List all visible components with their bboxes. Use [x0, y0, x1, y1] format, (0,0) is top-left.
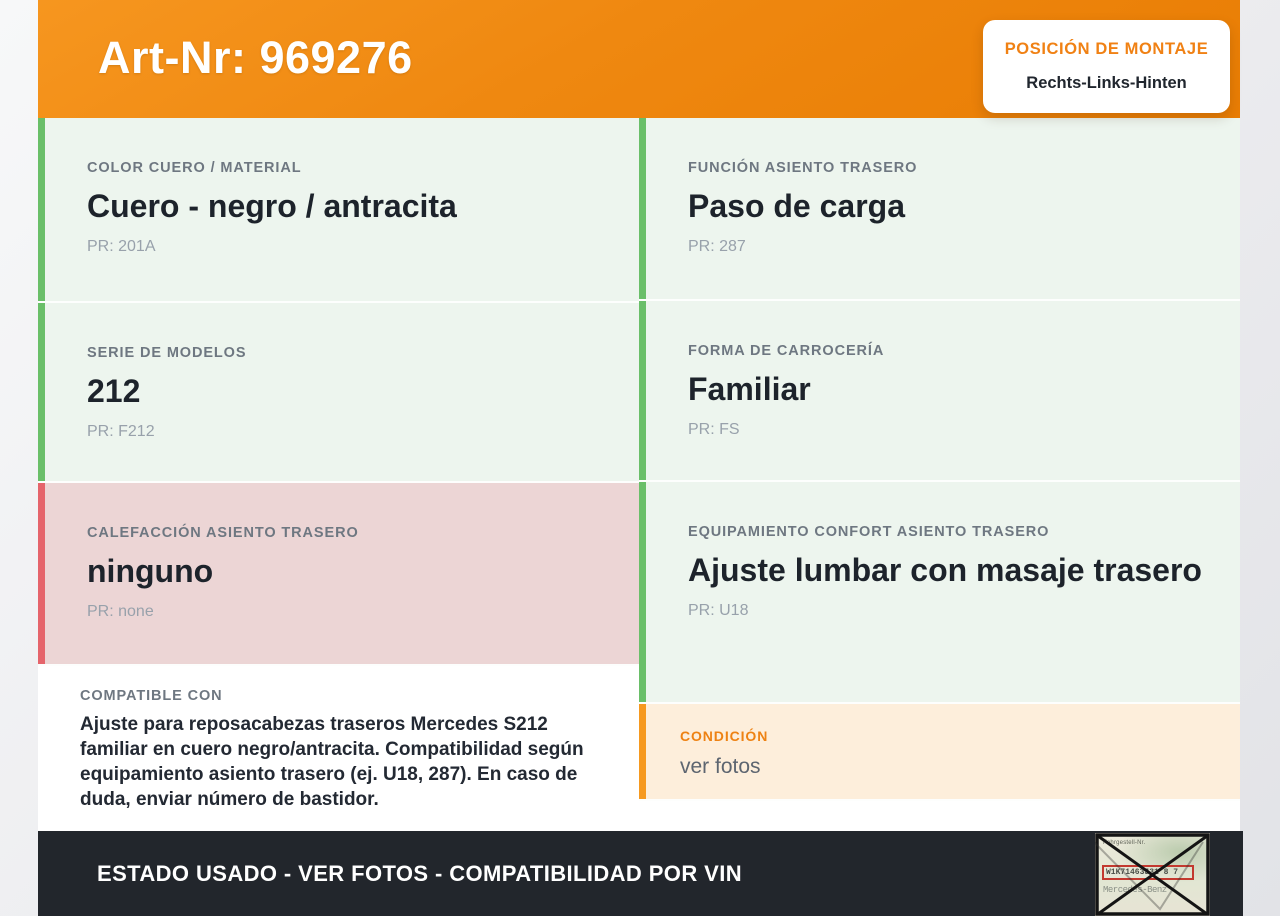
- card-rear-seat-function: FUNCIÓN ASIENTO TRASERO Paso de carga PR…: [639, 118, 1240, 299]
- pr-code: PR: 201A: [87, 238, 605, 256]
- listing-panel: Art-Nr: 969276 POSICIÓN DE MONTAJE Recht…: [38, 0, 1240, 916]
- envelope-outline-icon: [1095, 833, 1210, 916]
- card-comfort-equipment: EQUIPAMIENTO CONFORT ASIENTO TRASERO Aju…: [639, 482, 1240, 702]
- footer-status-text: ESTADO USADO - VER FOTOS - COMPATIBILIDA…: [97, 861, 742, 887]
- card-label: EQUIPAMIENTO CONFORT ASIENTO TRASERO: [688, 524, 1206, 540]
- card-label: SERIE DE MODELOS: [87, 345, 605, 361]
- card-label: FORMA DE CARROCERÍA: [688, 343, 1206, 359]
- header-banner: Art-Nr: 969276 POSICIÓN DE MONTAJE Recht…: [38, 0, 1240, 118]
- card-value: ver fotos: [680, 753, 1200, 781]
- card-compatibility: COMPATIBLE CON Ajuste para reposacabezas…: [38, 666, 639, 831]
- card-label: CONDICIÓN: [680, 728, 1206, 744]
- card-value: 212: [87, 370, 605, 413]
- card-value: ninguno: [87, 550, 605, 593]
- pr-code: PR: FS: [688, 421, 1206, 439]
- spec-card-grid: COLOR CUERO / MATERIAL Cuero - negro / a…: [38, 118, 1240, 831]
- pr-code: PR: none: [87, 603, 605, 621]
- mounting-position-badge: POSICIÓN DE MONTAJE Rechts-Links-Hinten: [983, 20, 1230, 113]
- right-column: FUNCIÓN ASIENTO TRASERO Paso de carga PR…: [639, 118, 1240, 831]
- card-label: COLOR CUERO / MATERIAL: [87, 160, 605, 176]
- pr-code: PR: F212: [87, 423, 605, 441]
- card-rear-seat-heating: CALEFACCIÓN ASIENTO TRASERO ninguno PR: …: [38, 483, 639, 664]
- pr-code: PR: 287: [688, 238, 1206, 256]
- column-filler: [639, 801, 1240, 831]
- compatibility-text: Ajuste para reposacabezas traseros Merce…: [80, 712, 619, 812]
- card-value: Ajuste lumbar con masaje trasero: [688, 549, 1206, 592]
- footer-bar: ESTADO USADO - VER FOTOS - COMPATIBILIDA…: [38, 831, 1243, 916]
- article-number-title: Art-Nr: 969276: [98, 32, 413, 84]
- card-condition: CONDICIÓN ver fotos: [639, 704, 1240, 799]
- card-model-series: SERIE DE MODELOS 212 PR: F212: [38, 303, 639, 481]
- card-value: Familiar: [688, 368, 1206, 411]
- mounting-position-value: Rechts-Links-Hinten: [1026, 74, 1186, 93]
- card-leather-color: COLOR CUERO / MATERIAL Cuero - negro / a…: [38, 118, 639, 301]
- left-column: COLOR CUERO / MATERIAL Cuero - negro / a…: [38, 118, 639, 831]
- vin-document-image: Fahrgestell-Nr. W1K71463J31 8 7 Mercedes…: [1095, 833, 1210, 916]
- card-value: Cuero - negro / antracita: [87, 185, 605, 228]
- card-label: COMPATIBLE CON: [80, 688, 619, 704]
- pr-code: PR: U18: [688, 602, 1206, 620]
- card-label: CALEFACCIÓN ASIENTO TRASERO: [87, 525, 605, 541]
- card-value: Paso de carga: [688, 185, 1206, 228]
- card-label: FUNCIÓN ASIENTO TRASERO: [688, 160, 1206, 176]
- mounting-position-label: POSICIÓN DE MONTAJE: [1005, 40, 1209, 59]
- card-body-style: FORMA DE CARROCERÍA Familiar PR: FS: [639, 301, 1240, 480]
